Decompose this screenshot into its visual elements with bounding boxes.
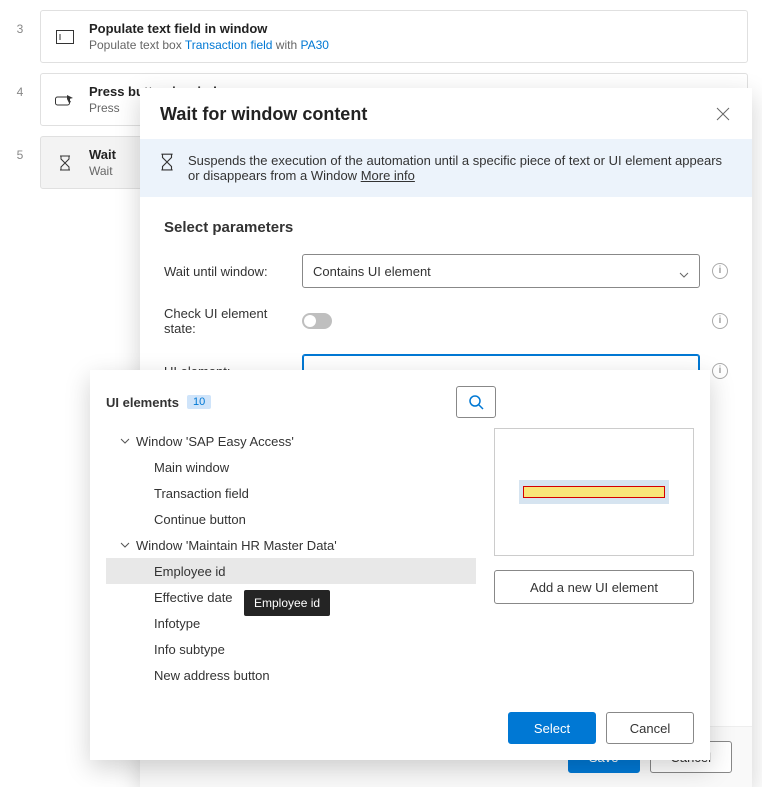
tooltip: Employee id [244,590,330,616]
hourglass-icon [160,153,174,174]
step-title: Populate text field in window [89,21,329,36]
check-state-toggle[interactable] [302,313,332,329]
tree-group[interactable]: Window 'Maintain HR Master Data' [106,532,476,558]
info-icon[interactable]: i [712,263,728,279]
wait-until-label: Wait until window: [164,264,298,279]
cancel-button[interactable]: Cancel [606,712,694,744]
tree-group[interactable]: Window 'SAP Easy Access' [106,428,476,454]
element-preview [494,428,694,556]
tree-item[interactable]: Continue button [106,506,476,532]
params-heading: Select parameters [164,219,728,236]
step-number: 5 [0,136,40,162]
preview-highlight [519,480,669,504]
textfield-icon [53,25,77,49]
picker-title: UI elements [106,395,179,410]
dialog-info-band: Suspends the execution of the automation… [140,139,752,197]
step-number: 3 [0,10,40,36]
dialog-title: Wait for window content [160,104,367,125]
hourglass-icon [53,151,77,175]
tree-item[interactable]: Transaction field [106,480,476,506]
flow-step-3[interactable]: 3 Populate text field in window Populate… [0,10,762,63]
check-state-label: Check UI element state: [164,306,298,336]
tree-item[interactable]: New address button [106,662,476,688]
info-icon[interactable]: i [712,313,728,329]
dialog-description: Suspends the execution of the automation… [188,153,722,183]
wait-until-dropdown[interactable]: Contains UI element [302,254,700,288]
more-info-link[interactable]: More info [361,168,415,183]
step-subtitle: Populate text box Transaction field with… [89,38,329,52]
ui-element-tree: Window 'SAP Easy Access' Main window Tra… [106,428,476,688]
info-icon[interactable]: i [712,363,728,379]
search-button[interactable] [456,386,496,418]
chevron-down-icon [120,542,132,548]
step-subtitle: Wait [89,164,116,178]
chevron-down-icon [679,266,689,276]
button-press-icon [53,88,77,112]
close-icon[interactable] [716,107,732,123]
chevron-down-icon [120,438,132,444]
element-count-badge: 10 [187,395,211,409]
step-title: Wait [89,147,116,162]
step-number: 4 [0,73,40,99]
tree-item-selected[interactable]: Employee id [106,558,476,584]
tree-item[interactable]: Info subtype [106,636,476,662]
tree-item[interactable]: Main window [106,454,476,480]
search-icon [468,394,484,410]
select-button[interactable]: Select [508,712,596,744]
ui-element-picker: UI elements 10 Window 'SAP Easy Access' … [90,370,710,760]
add-ui-element-button[interactable]: Add a new UI element [494,570,694,604]
